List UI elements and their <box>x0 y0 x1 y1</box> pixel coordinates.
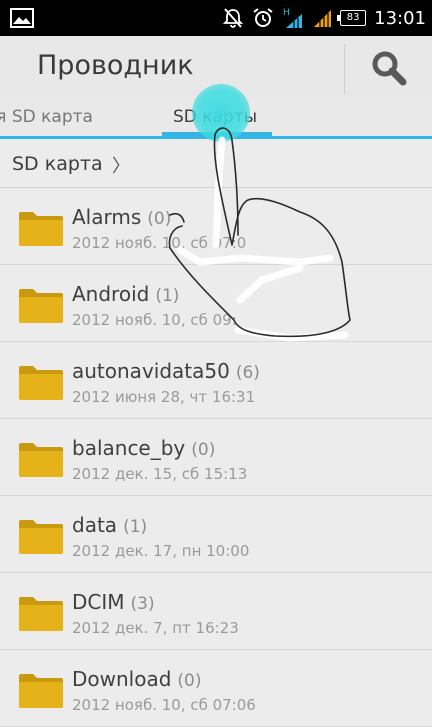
file-name-text: balance_by <box>72 436 186 460</box>
file-count: (0) <box>177 671 202 691</box>
file-name-text: DCIM <box>72 590 125 614</box>
svg-text:H: H <box>283 8 290 18</box>
file-date: 2012 нояб. 10, сб 07:06 <box>72 696 256 714</box>
status-bar: H 83 13:01 <box>0 0 432 36</box>
file-name: Download (0) <box>72 667 202 691</box>
file-date: 2012 дек. 17, пн 10:00 <box>72 542 250 560</box>
page-title: Проводник <box>37 50 194 81</box>
image-icon <box>10 8 34 28</box>
file-name: autonavidata50 (6) <box>72 359 260 383</box>
mute-icon <box>222 8 244 28</box>
file-name: Android (1) <box>72 282 179 306</box>
file-name-text: data <box>72 513 118 537</box>
folder-icon <box>19 443 63 477</box>
list-item[interactable]: Android (1) 2012 нояб. 10, сб 09: <box>0 265 432 342</box>
battery-icon: 83 <box>337 10 367 26</box>
folder-icon <box>19 366 63 400</box>
file-list: Alarms (0) 2012 нояб. 10, сб 07:0 Android (1… <box>0 188 432 727</box>
list-item[interactable]: autonavidata50 (6) 2012 июня 28, чт 16:31 <box>0 342 432 419</box>
file-date: 2012 нояб. 10, сб 09: <box>72 311 237 329</box>
file-name-text: Alarms <box>72 205 142 229</box>
list-item[interactable]: Download (0) 2012 нояб. 10, сб 07:06 <box>0 650 432 727</box>
folder-icon <box>19 289 63 323</box>
file-name: Alarms (0) <box>72 205 171 229</box>
search-icon <box>372 51 407 86</box>
chevron-right-icon: 〉 <box>112 156 130 177</box>
file-count: (1) <box>155 286 180 306</box>
file-name-text: Android <box>72 282 150 306</box>
folder-icon <box>19 597 63 631</box>
folder-icon <box>19 212 63 246</box>
list-item[interactable]: data (1) 2012 дек. 17, пн 10:00 <box>0 496 432 573</box>
file-name-text: autonavidata50 <box>72 359 230 383</box>
alarm-icon <box>253 8 273 27</box>
file-name-text: Download <box>72 667 172 691</box>
signal-icon <box>314 10 332 27</box>
breadcrumb[interactable]: SD карта 〉 <box>0 139 432 188</box>
file-count: (0) <box>147 209 172 229</box>
breadcrumb-label[interactable]: SD карта <box>12 153 103 175</box>
file-name: balance_by (0) <box>72 436 215 460</box>
file-date: 2012 дек. 7, пт 16:23 <box>72 619 239 637</box>
file-name: DCIM (3) <box>72 590 155 614</box>
file-count: (1) <box>123 517 148 537</box>
file-name: data (1) <box>72 513 147 537</box>
signal-h-icon: H <box>283 8 303 28</box>
search-button[interactable] <box>345 36 432 100</box>
tab-sd-card[interactable]: SD карты <box>173 107 257 127</box>
status-time: 13:01 <box>374 7 426 29</box>
list-item[interactable]: Alarms (0) 2012 нояб. 10, сб 07:0 <box>0 188 432 265</box>
list-item[interactable]: balance_by (0) 2012 дек. 15, сб 15:13 <box>0 419 432 496</box>
folder-icon <box>19 520 63 554</box>
file-date: 2012 нояб. 10, сб 07:0 <box>72 234 247 252</box>
action-bar: Проводник <box>0 36 432 101</box>
file-count: (3) <box>130 594 155 614</box>
tab-internal-sd[interactable]: яя SD карта <box>0 107 93 127</box>
file-date: 2012 июня 28, чт 16:31 <box>72 388 256 406</box>
file-date: 2012 дек. 15, сб 15:13 <box>72 465 248 483</box>
list-item[interactable]: DCIM (3) 2012 дек. 7, пт 16:23 <box>0 573 432 650</box>
file-count: (0) <box>191 440 216 460</box>
folder-icon <box>19 674 63 708</box>
file-count: (6) <box>235 363 260 383</box>
tab-bar: яя SD карта SD карты <box>0 100 432 137</box>
